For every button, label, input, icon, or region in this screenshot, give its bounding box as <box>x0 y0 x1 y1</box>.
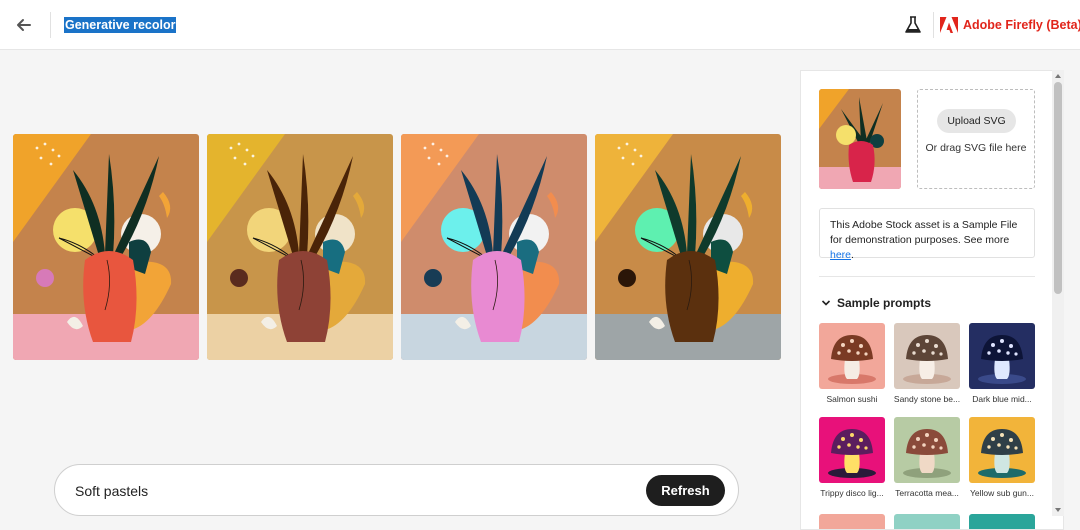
sample-prompt-thumbnail <box>894 323 960 389</box>
page-title: Generative recolor <box>64 17 177 33</box>
header-divider <box>50 12 51 38</box>
variation-card[interactable] <box>13 134 199 360</box>
chevron-down-icon <box>821 300 831 306</box>
variation-card[interactable] <box>401 134 587 360</box>
arrow-left-icon <box>17 19 31 31</box>
sample-prompt-thumbnail <box>819 323 885 389</box>
sample-prompt-item[interactable]: Salmon sushi <box>819 323 885 404</box>
header-divider <box>933 12 934 38</box>
drag-svg-hint: Or drag SVG file here <box>925 142 1027 154</box>
brand-name: Adobe Firefly (Beta) <box>963 18 1080 32</box>
sample-prompt-label: Trippy disco lig... <box>820 488 884 498</box>
sample-prompt-thumbnail <box>969 323 1035 389</box>
sample-prompt-label: Yellow sub gun... <box>970 488 1034 498</box>
sample-prompt-label: Sandy stone be... <box>893 394 961 404</box>
sample-prompt-label: Salmon sushi <box>826 394 878 404</box>
sample-prompt-thumbnail <box>894 417 960 483</box>
adobe-logo-icon <box>940 17 958 33</box>
source-artwork <box>819 89 901 189</box>
mushroom-image <box>819 417 885 483</box>
back-button[interactable] <box>10 11 38 39</box>
sample-prompt-item[interactable]: Dark blue mid... <box>969 323 1035 404</box>
notice-link[interactable]: here <box>830 249 851 261</box>
sample-prompt-thumbnail <box>819 417 885 483</box>
variation-artwork <box>13 134 199 360</box>
mushroom-image <box>894 417 960 483</box>
sample-prompts-toggle[interactable]: Sample prompts <box>821 295 931 311</box>
mushroom-image <box>969 323 1035 389</box>
scroll-up-icon[interactable] <box>1054 72 1062 80</box>
scroll-thumb[interactable] <box>1054 82 1062 294</box>
panel-scrollbar[interactable] <box>1052 70 1064 516</box>
sample-prompts-heading: Sample prompts <box>837 296 932 310</box>
variation-card[interactable] <box>595 134 781 360</box>
sample-peek[interactable] <box>819 514 885 529</box>
notice-end: . <box>851 249 854 261</box>
brand[interactable]: Adobe Firefly (Beta) <box>940 15 1080 35</box>
sample-prompt-thumbnail <box>969 417 1035 483</box>
sample-prompt-item[interactable]: Sandy stone be... <box>894 323 960 404</box>
options-panel: Upload SVG Or drag SVG file here This Ad… <box>800 70 1064 530</box>
sample-prompt-label: Terracotta mea... <box>895 488 959 498</box>
mushroom-image <box>894 323 960 389</box>
scroll-down-icon[interactable] <box>1054 506 1062 514</box>
sample-peek[interactable] <box>894 514 960 529</box>
variation-card[interactable] <box>207 134 393 360</box>
mushroom-image <box>819 323 885 389</box>
sample-peek[interactable] <box>969 514 1035 529</box>
variation-artwork <box>207 134 393 360</box>
flask-icon <box>905 16 921 33</box>
notice-text: This Adobe Stock asset is a Sample File … <box>830 219 1018 246</box>
variation-artwork <box>595 134 781 360</box>
sample-prompt-item[interactable]: Yellow sub gun... <box>969 417 1035 498</box>
panel-divider <box>819 276 1035 277</box>
labs-button[interactable] <box>902 14 924 36</box>
app-header: Generative recolor Adobe Firefly (Beta) <box>0 0 1080 50</box>
sample-prompt-item[interactable]: Terracotta mea... <box>894 417 960 498</box>
prompt-bar: Refresh <box>54 464 739 516</box>
prompt-input[interactable] <box>75 479 635 503</box>
svg-drop-zone[interactable]: Upload SVG Or drag SVG file here <box>917 89 1035 189</box>
sample-file-notice: This Adobe Stock asset is a Sample File … <box>819 208 1035 261</box>
sample-prompt-item[interactable]: Trippy disco lig... <box>819 417 885 498</box>
sample-prompt-label: Dark blue mid... <box>972 394 1032 404</box>
refresh-button[interactable]: Refresh <box>646 475 725 506</box>
variation-artwork <box>401 134 587 360</box>
mushroom-image <box>969 417 1035 483</box>
source-thumbnail[interactable] <box>819 89 901 189</box>
upload-svg-button[interactable]: Upload SVG <box>937 109 1016 133</box>
